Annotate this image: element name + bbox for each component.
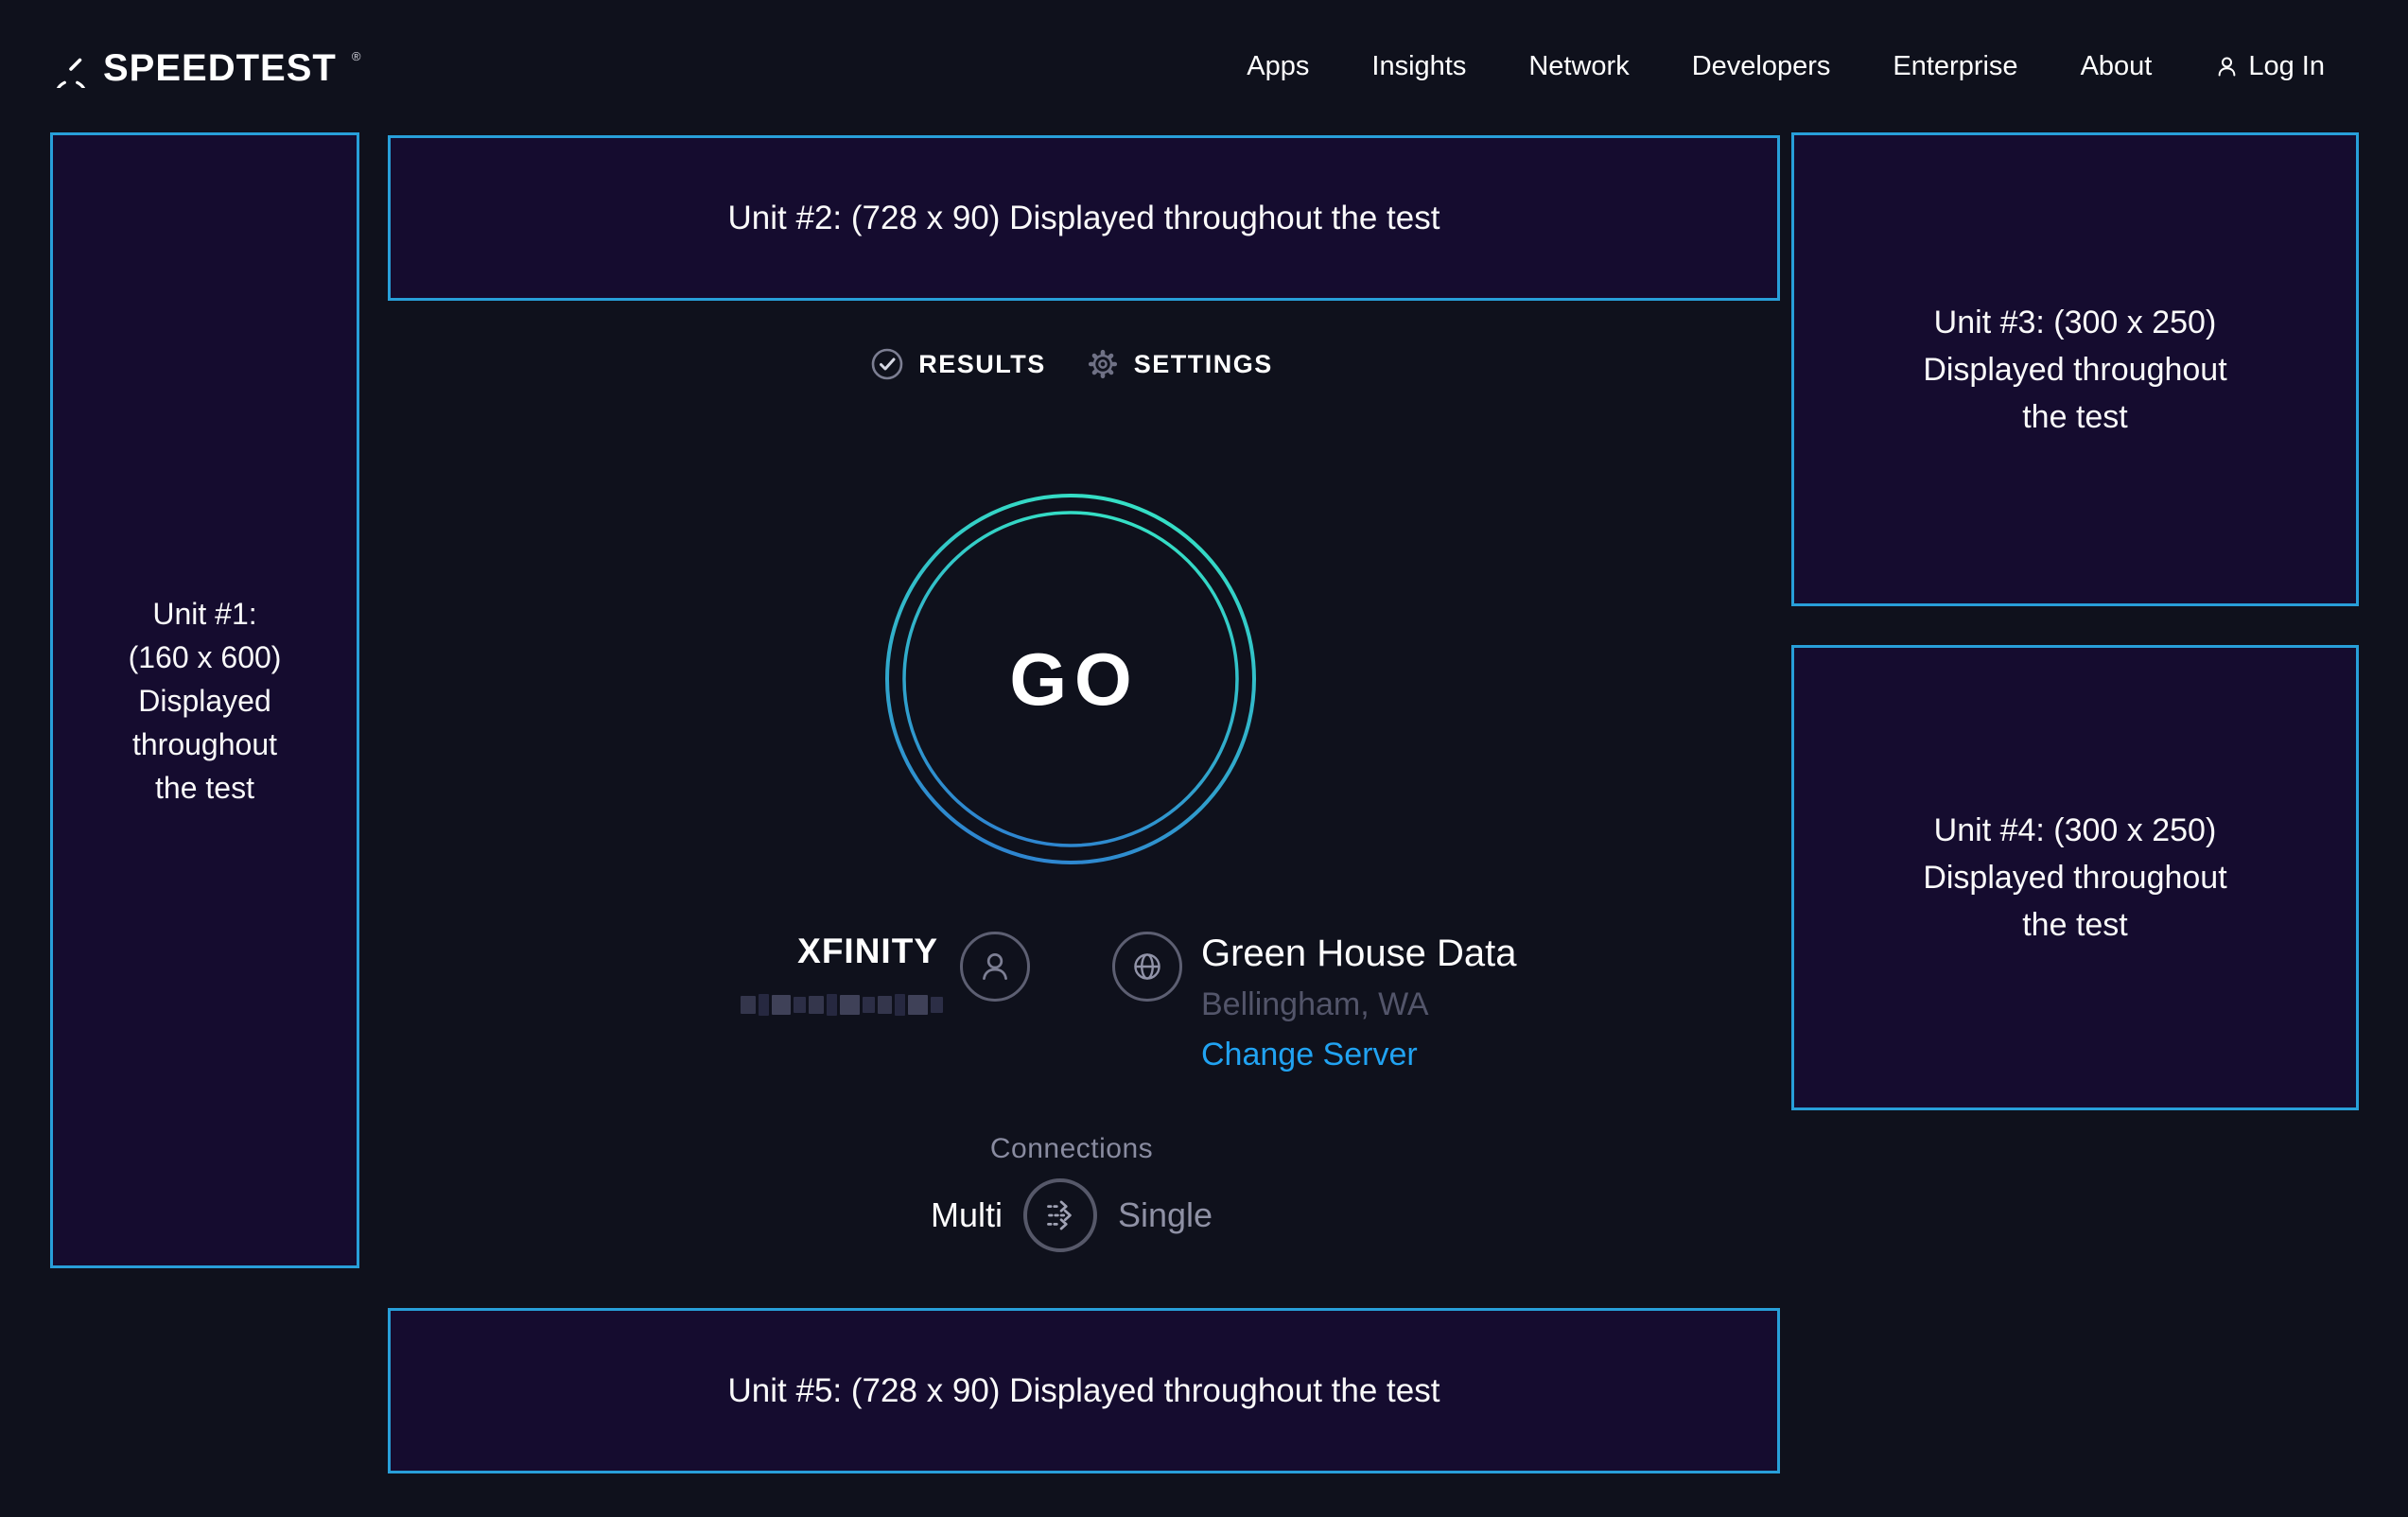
results-settings-tabs: RESULTS SETTINGS: [388, 341, 1755, 387]
nav-item-insights[interactable]: Insights: [1371, 51, 1466, 82]
ad-unit-3[interactable]: Unit #3: (300 x 250) Displayed throughou…: [1791, 132, 2359, 606]
login-label: Log In: [2248, 51, 2325, 82]
ad-unit-4[interactable]: Unit #4: (300 x 250) Displayed throughou…: [1791, 645, 2359, 1110]
nav-item-developers[interactable]: Developers: [1692, 51, 1831, 82]
speedtest-logo[interactable]: SPEEDTEST ®: [52, 47, 360, 90]
ad-unit-3-text: Unit #3: (300 x 250) Displayed throughou…: [1923, 299, 2226, 441]
connections-toggle-button[interactable]: [1023, 1178, 1097, 1252]
top-nav-bar: SPEEDTEST ® Apps Insights Network Develo…: [0, 0, 2408, 132]
connections-single-label[interactable]: Single: [1118, 1195, 1213, 1235]
connections-multi-label[interactable]: Multi: [931, 1195, 1003, 1235]
nav-item-about[interactable]: About: [2081, 51, 2153, 82]
ad-unit-5[interactable]: Unit #5: (728 x 90) Displayed throughout…: [388, 1308, 1780, 1473]
nav-item-apps[interactable]: Apps: [1247, 51, 1309, 82]
server-globe-badge[interactable]: [1112, 932, 1182, 1002]
globe-icon: [1125, 945, 1169, 988]
server-location: Bellingham, WA: [1201, 987, 1731, 1021]
login-button[interactable]: Log In: [2214, 51, 2325, 82]
ad-unit-2-text: Unit #2: (728 x 90) Displayed throughout…: [728, 200, 1440, 237]
tab-results-label: RESULTS: [918, 350, 1046, 379]
isp-ip-redacted: [741, 994, 943, 1016]
ad-unit-1-text: Unit #1: (160 x 600) Displayed throughou…: [129, 592, 282, 810]
logo-text: SPEEDTEST: [103, 47, 337, 90]
tab-settings-label: SETTINGS: [1134, 350, 1273, 379]
connections-toggle-row: Multi Single: [882, 1177, 1261, 1253]
person-icon: [975, 947, 1015, 986]
go-button-label: GO: [881, 490, 1260, 868]
go-button[interactable]: GO: [881, 490, 1260, 868]
tab-settings[interactable]: SETTINGS: [1086, 347, 1273, 381]
check-circle-icon: [870, 347, 904, 381]
change-server-link[interactable]: Change Server: [1201, 1037, 1418, 1072]
isp-avatar[interactable]: [960, 932, 1030, 1002]
multi-connection-arrows-icon: [1038, 1194, 1082, 1237]
ad-unit-4-text: Unit #4: (300 x 250) Displayed throughou…: [1923, 807, 2226, 949]
ad-unit-1[interactable]: Unit #1: (160 x 600) Displayed throughou…: [50, 132, 359, 1268]
speedtest-page: { "header": { "logo_text": "SPEEDTEST", …: [0, 0, 2408, 1517]
isp-name: XFINITY: [662, 932, 938, 971]
ad-unit-5-text: Unit #5: (728 x 90) Displayed throughout…: [728, 1372, 1440, 1410]
server-info: Green House Data Bellingham, WA Change S…: [1201, 933, 1731, 1072]
server-name: Green House Data: [1201, 933, 1731, 974]
tab-results[interactable]: RESULTS: [870, 347, 1046, 381]
gear-icon: [1086, 347, 1120, 381]
user-icon: [2214, 54, 2240, 79]
speedometer-gauge-icon: [52, 50, 90, 88]
connections-label: Connections: [882, 1133, 1261, 1165]
nav-item-enterprise[interactable]: Enterprise: [1893, 51, 2017, 82]
nav-item-network[interactable]: Network: [1528, 51, 1629, 82]
main-nav: Apps Insights Network Developers Enterpr…: [1247, 0, 2325, 132]
logo-trademark: ®: [352, 49, 361, 63]
ad-unit-2[interactable]: Unit #2: (728 x 90) Displayed throughout…: [388, 135, 1780, 301]
